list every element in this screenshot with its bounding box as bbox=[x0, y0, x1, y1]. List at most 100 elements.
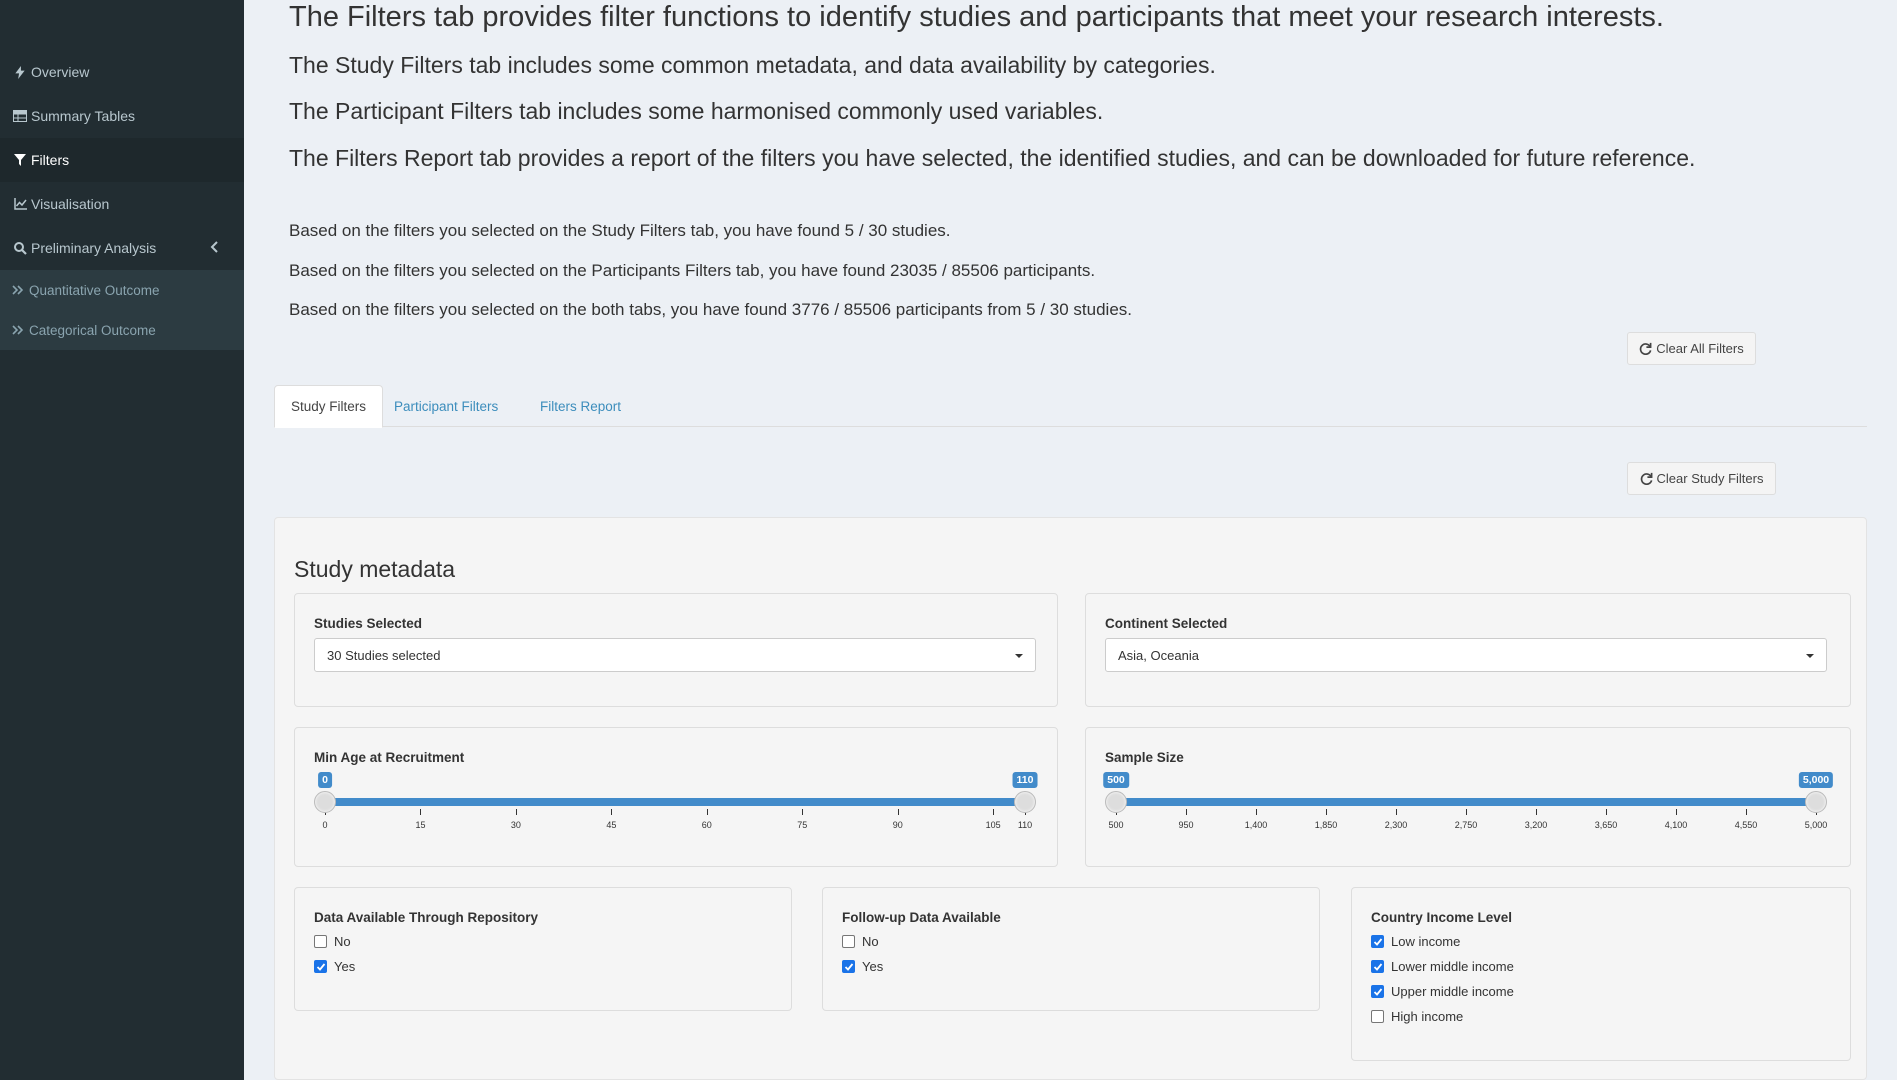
slider-value-badge-to: 5,000 bbox=[1798, 772, 1834, 788]
checkbox-checked[interactable] bbox=[314, 960, 327, 973]
checkbox-option[interactable]: Lower middle income bbox=[1371, 959, 1514, 974]
slider-tick bbox=[420, 809, 422, 815]
sidebar-item-overview[interactable]: Overview bbox=[0, 50, 244, 94]
sidebar-submenu: Quantitative Outcome Categorical Outcome bbox=[0, 270, 244, 350]
slider-value-badge-from: 500 bbox=[1103, 772, 1129, 788]
slider-tick-label: 3,650 bbox=[1594, 820, 1618, 830]
slider-tick-label: 110 bbox=[1017, 820, 1033, 830]
min-age-slider[interactable]: 0 15 30 45 60 75 90 105 110 0 110 bbox=[314, 768, 1038, 830]
income-panel: Country Income Level Low income Lower mid… bbox=[1351, 887, 1851, 1061]
checkbox-option[interactable]: Upper middle income bbox=[1371, 984, 1514, 999]
caret-down-icon bbox=[1015, 654, 1023, 658]
slider-tick bbox=[1186, 809, 1187, 815]
slider-tick-label: 2,300 bbox=[1384, 820, 1408, 830]
slider-tick bbox=[1606, 809, 1607, 815]
checkbox-option[interactable]: Low income bbox=[1371, 934, 1460, 949]
caret-down-icon bbox=[1806, 654, 1814, 658]
min-age-panel: Min Age at Recruitment 0 15 30 45 60 75 90 105 1… bbox=[294, 727, 1058, 867]
sidebar-menu: Overview Summary Tables Filters Visualis… bbox=[0, 50, 244, 350]
clear-all-filters-button[interactable]: Clear All Filters bbox=[1627, 332, 1756, 365]
section-title: Study metadata bbox=[294, 556, 456, 582]
sidebar-subitem-categorical-outcome[interactable]: Categorical Outcome bbox=[0, 310, 244, 350]
tab-participant-filters[interactable]: Participant Filters bbox=[378, 385, 514, 428]
filter-icon bbox=[12, 152, 28, 168]
slider-track[interactable] bbox=[324, 798, 1026, 806]
table-icon bbox=[12, 108, 28, 124]
tab-label: Study Filters bbox=[291, 399, 367, 414]
clear-study-filters-label: Clear Study Filters bbox=[1656, 471, 1764, 486]
studies-selected-panel: Studies Selected 30 Studies selected bbox=[294, 593, 1058, 707]
slider-tick bbox=[1326, 809, 1327, 815]
slider-tick-label: 4,550 bbox=[1734, 820, 1758, 830]
study-metadata-well: Study metadata Studies Selected 30 Studi… bbox=[274, 517, 1867, 1080]
sample-size-label: Sample Size bbox=[1105, 750, 1184, 765]
sidebar-subitem-quantitative-outcome[interactable]: Quantitative Outcome bbox=[0, 270, 244, 310]
checkbox-label: Lower middle income bbox=[1391, 959, 1514, 974]
checkbox-checked[interactable] bbox=[1371, 960, 1384, 973]
checkbox-option[interactable]: Yes bbox=[842, 959, 883, 974]
continent-selected-value: Asia, Oceania bbox=[1118, 647, 1199, 663]
chevron-left-icon bbox=[210, 240, 226, 256]
sample-size-slider[interactable]: 500 950 1,400 1,850 2,300 2,750 3,200 3,650 4,10… bbox=[1103, 768, 1834, 830]
slider-tick-label: 500 bbox=[1108, 820, 1124, 830]
sidebar-item-summary-tables[interactable]: Summary Tables bbox=[0, 94, 244, 138]
sidebar-item-preliminary-analysis[interactable]: Preliminary Analysis bbox=[0, 226, 244, 270]
check-icon bbox=[1373, 937, 1382, 946]
checkbox-option[interactable]: High income bbox=[1371, 1009, 1463, 1024]
sample-size-panel: Sample Size 500 950 1,400 1,850 2,300 2,750 3,… bbox=[1085, 727, 1851, 867]
double-chevron-right-icon bbox=[12, 283, 26, 297]
found-participants-text: Based on the filters you selected on the… bbox=[289, 261, 1096, 280]
slider-tick bbox=[1746, 809, 1747, 815]
slider-handle-from[interactable] bbox=[314, 791, 336, 813]
checkbox-option[interactable]: No bbox=[314, 934, 351, 949]
studies-selected-label: Studies Selected bbox=[314, 616, 423, 631]
slider-tick-label: 90 bbox=[892, 820, 903, 830]
slider-tick bbox=[706, 809, 708, 815]
sidebar-item-label: Preliminary Analysis bbox=[31, 240, 157, 256]
intro-line-participant-filters: The Participant Filters tab includes som… bbox=[289, 98, 1104, 124]
studies-selected-value: 30 Studies selected bbox=[327, 647, 441, 663]
refresh-icon bbox=[1640, 342, 1652, 355]
slider-tick bbox=[515, 809, 517, 815]
checkbox-label: No bbox=[862, 934, 879, 949]
checkbox-checked[interactable] bbox=[1371, 985, 1384, 998]
repository-label: Data Available Through Repository bbox=[314, 910, 539, 925]
found-both-text: Based on the filters you selected on the… bbox=[289, 300, 1132, 319]
slider-handle-to[interactable] bbox=[1805, 791, 1827, 813]
slider-tick bbox=[1676, 809, 1677, 815]
double-chevron-right-icon bbox=[12, 323, 26, 337]
checkbox-unchecked[interactable] bbox=[1371, 1010, 1384, 1023]
checkbox-checked[interactable] bbox=[842, 960, 855, 973]
studies-selected-dropdown[interactable]: 30 Studies selected bbox=[314, 638, 1036, 672]
slider-tick bbox=[1466, 809, 1467, 815]
slider-tick bbox=[1396, 809, 1397, 815]
followup-panel: Follow-up Data Available No Yes bbox=[822, 887, 1320, 1011]
slider-tick-label: 2,750 bbox=[1454, 820, 1478, 830]
sidebar-item-visualisation[interactable]: Visualisation bbox=[0, 182, 244, 226]
checkbox-checked[interactable] bbox=[1371, 935, 1384, 948]
tab-filters-report[interactable]: Filters Report bbox=[524, 385, 637, 428]
line-chart-icon bbox=[12, 196, 28, 212]
intro-line-filters-report: The Filters Report tab provides a report… bbox=[289, 145, 1696, 171]
tab-study-filters[interactable]: Study Filters bbox=[274, 385, 384, 428]
bolt-icon bbox=[12, 64, 28, 80]
clear-study-filters-button[interactable]: Clear Study Filters bbox=[1627, 462, 1776, 495]
checkbox-unchecked[interactable] bbox=[842, 935, 855, 948]
sidebar-item-filters[interactable]: Filters bbox=[0, 138, 244, 182]
checkbox-option[interactable]: Yes bbox=[314, 959, 355, 974]
checkbox-unchecked[interactable] bbox=[314, 935, 327, 948]
sidebar-item-label: Filters bbox=[31, 152, 70, 168]
slider-tick-label: 75 bbox=[797, 820, 808, 830]
check-icon bbox=[844, 962, 853, 971]
followup-label: Follow-up Data Available bbox=[842, 910, 1001, 925]
slider-tick-label: 60 bbox=[701, 820, 712, 830]
slider-value-badge-to: 110 bbox=[1012, 772, 1038, 788]
continent-selected-dropdown[interactable]: Asia, Oceania bbox=[1105, 638, 1827, 672]
slider-handle-to[interactable] bbox=[1014, 791, 1036, 813]
slider-track[interactable] bbox=[1115, 798, 1817, 806]
slider-tick-label: 30 bbox=[510, 820, 521, 830]
slider-value-badge-from: 0 bbox=[318, 772, 332, 788]
slider-handle-from[interactable] bbox=[1105, 791, 1127, 813]
min-age-label: Min Age at Recruitment bbox=[314, 750, 465, 765]
checkbox-option[interactable]: No bbox=[842, 934, 879, 949]
